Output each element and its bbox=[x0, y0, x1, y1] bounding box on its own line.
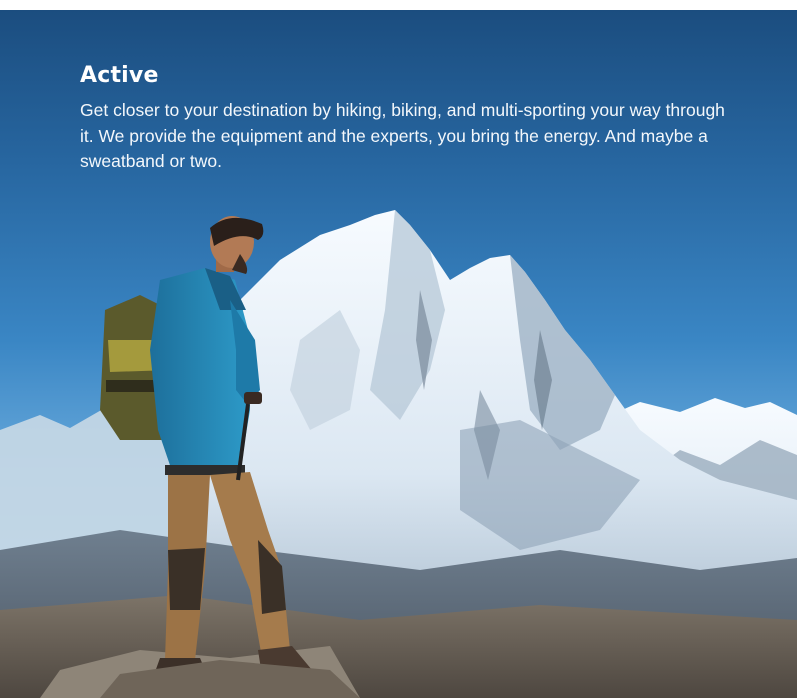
top-white-strip bbox=[0, 0, 797, 10]
hero-description: Get closer to your destination by hiking… bbox=[80, 100, 725, 171]
active-hero-section: Active Get closer to your destination by… bbox=[0, 10, 797, 698]
hero-title: Active bbox=[80, 63, 159, 88]
hero-copy: Active Get closer to your destination by… bbox=[80, 62, 740, 175]
